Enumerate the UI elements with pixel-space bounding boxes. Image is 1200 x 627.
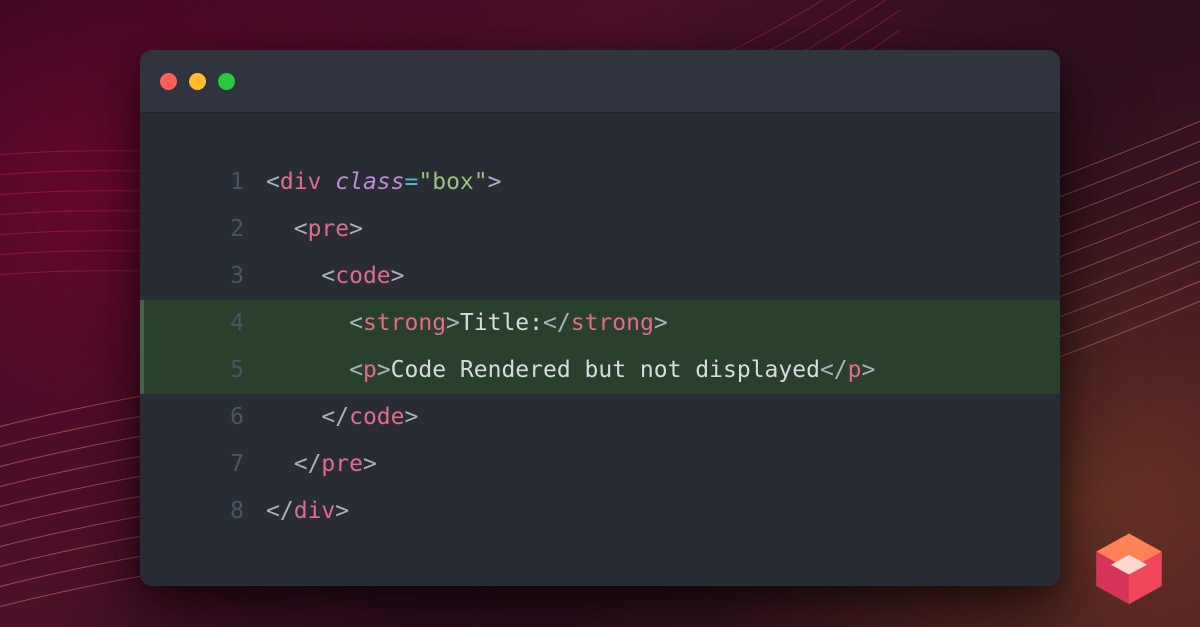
code-line: 8 </div> [198,488,1060,535]
code-line: 1 <div class="box"> [198,159,1060,206]
brand-logo-icon [1088,527,1170,609]
code-line: 4 <strong>Title:</strong> [198,300,1060,347]
code-line: 7 </pre> [198,441,1060,488]
code-content: <p>Code Rendered but not displayed</p> [246,347,875,394]
minimize-icon[interactable] [189,73,206,90]
window-titlebar [140,50,1060,113]
code-content: <pre> [246,206,363,253]
code-line: 5 <p>Code Rendered but not displayed</p> [198,347,1060,394]
code-content: <strong>Title:</strong> [246,300,668,347]
line-number: 4 [198,300,246,347]
code-content: <div class="box"> [246,159,501,206]
line-number: 7 [198,441,246,488]
line-number: 3 [198,253,246,300]
code-content: </div> [246,488,349,535]
code-content: </code> [246,394,418,441]
line-number: 5 [198,347,246,394]
close-icon[interactable] [160,73,177,90]
line-number: 1 [198,159,246,206]
code-content: </pre> [246,441,377,488]
line-number: 6 [198,394,246,441]
code-content: <code> [246,253,405,300]
line-number: 8 [198,488,246,535]
code-area[interactable]: 1 <div class="box"> 2 <pre> 3 <code> 4 <… [140,113,1060,535]
code-line: 2 <pre> [198,206,1060,253]
line-number: 2 [198,206,246,253]
code-line: 3 <code> [198,253,1060,300]
maximize-icon[interactable] [218,73,235,90]
code-line: 6 </code> [198,394,1060,441]
code-editor-window: 1 <div class="box"> 2 <pre> 3 <code> 4 <… [140,50,1060,586]
